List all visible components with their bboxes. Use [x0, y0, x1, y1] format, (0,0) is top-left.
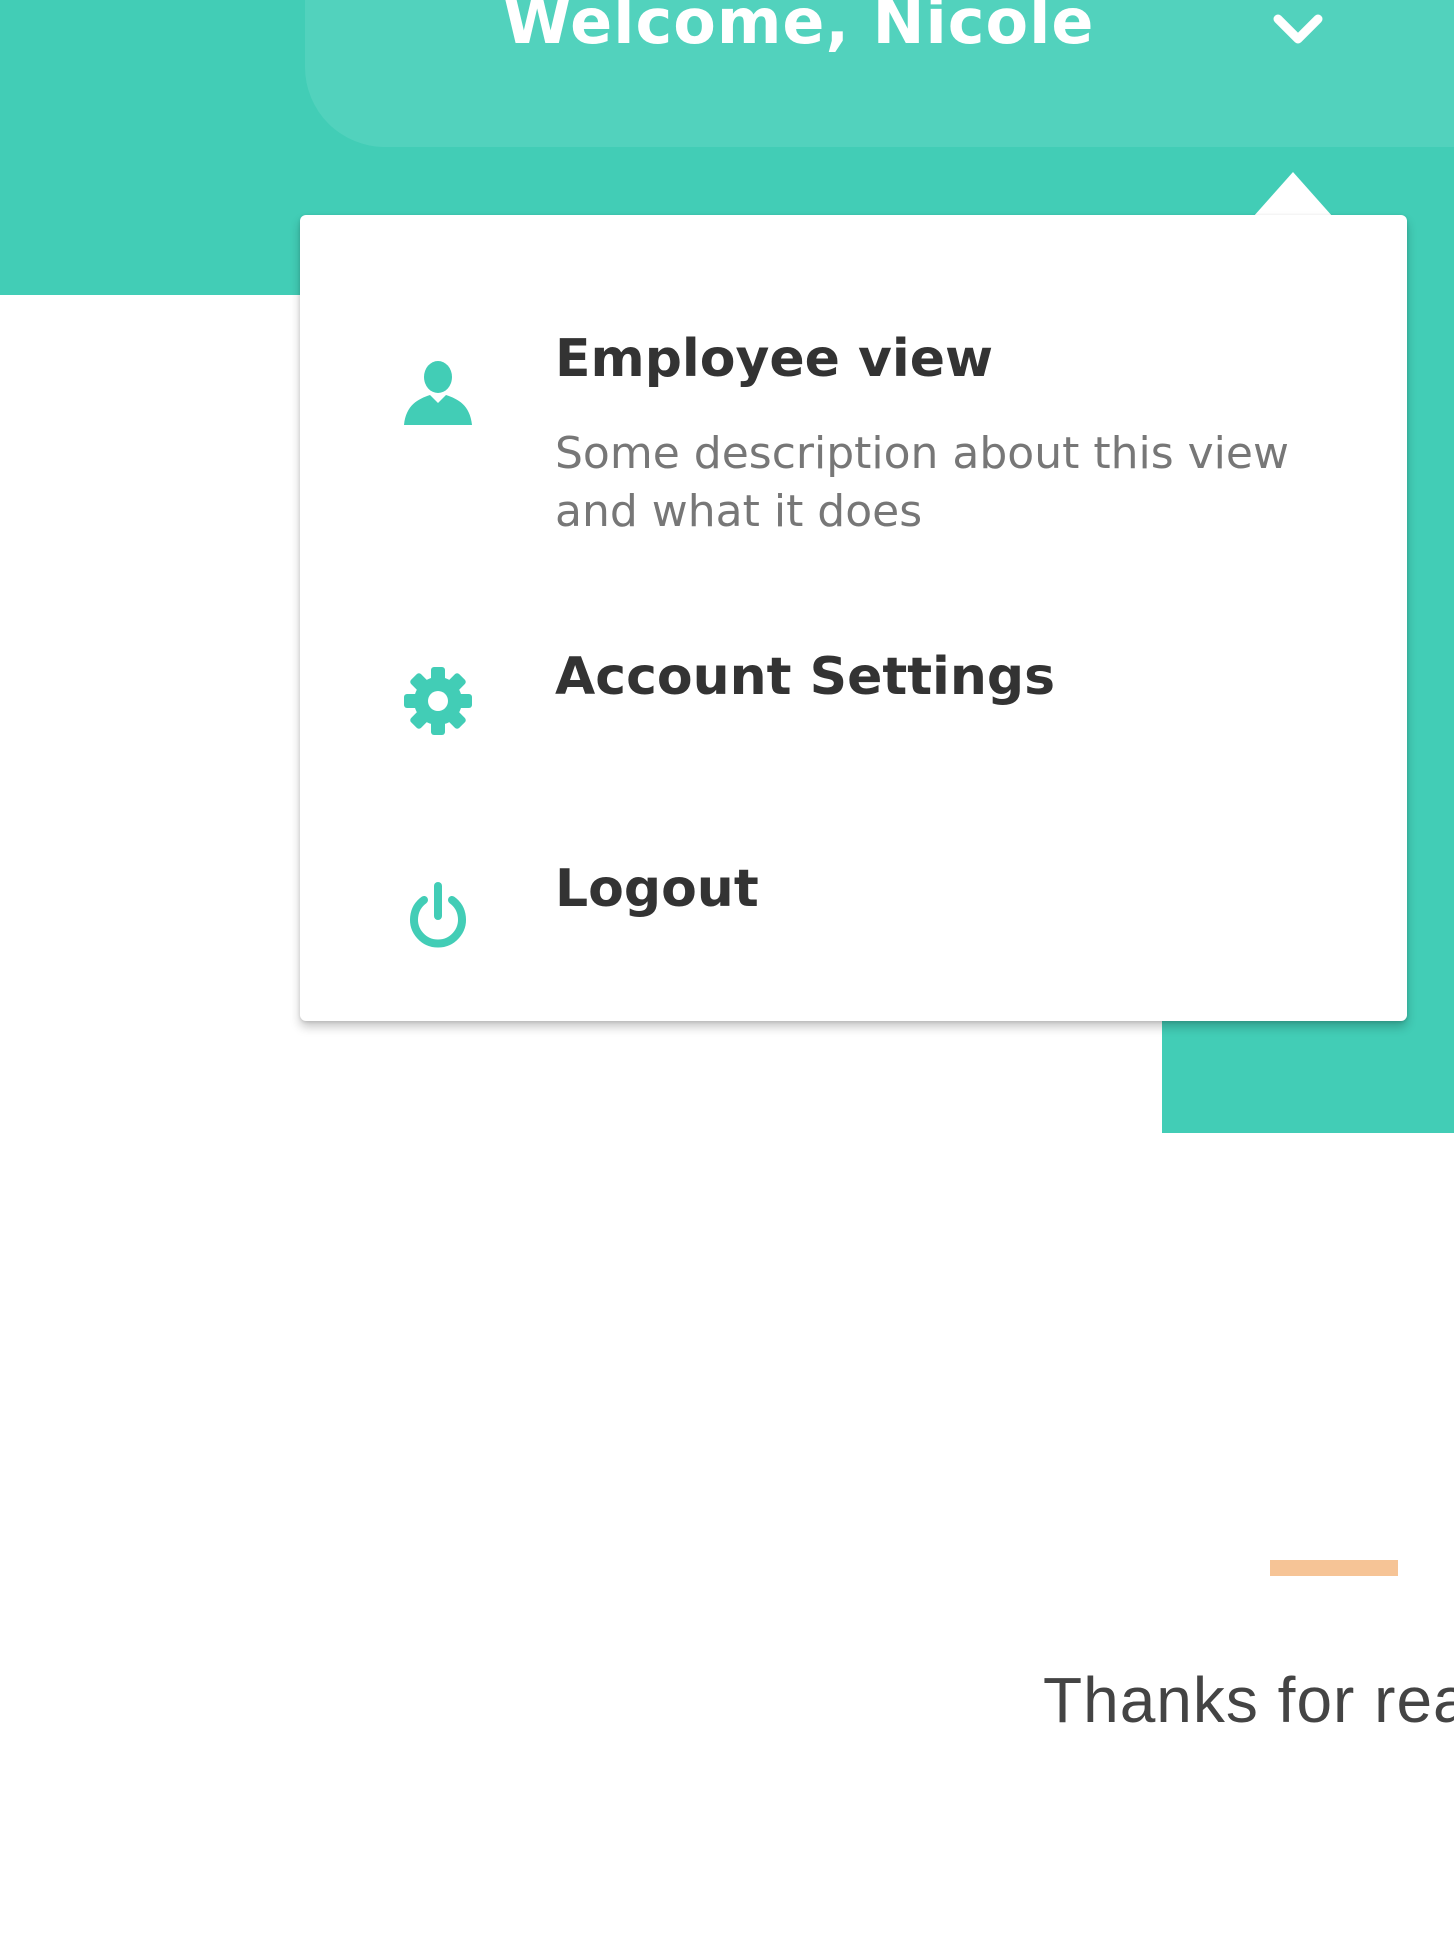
user-dropdown-menu: Employee view Some description about thi…	[300, 215, 1407, 1021]
dropdown-caret	[1253, 172, 1333, 217]
chevron-down-icon[interactable]	[1268, 5, 1328, 55]
menu-item-label: Account Settings	[555, 647, 1056, 707]
welcome-greeting[interactable]: Welcome, Nicole	[503, 0, 1094, 62]
power-icon	[410, 882, 466, 948]
gear-icon	[404, 667, 472, 735]
accent-divider	[1270, 1560, 1398, 1576]
page: Welcome, Nicole Employee view Some descr…	[0, 0, 1454, 1955]
menu-item-account-settings[interactable]: Account Settings	[300, 625, 1407, 775]
menu-item-logout[interactable]: Logout	[300, 835, 1407, 985]
thanks-message: Thanks for rea	[1043, 1664, 1454, 1736]
menu-item-employee-view[interactable]: Employee view Some description about thi…	[300, 305, 1407, 565]
user-icon	[404, 361, 472, 425]
menu-item-label: Employee view	[555, 329, 994, 389]
menu-item-description: Some description about this view and wha…	[555, 428, 1289, 537]
menu-item-label: Logout	[555, 859, 759, 919]
